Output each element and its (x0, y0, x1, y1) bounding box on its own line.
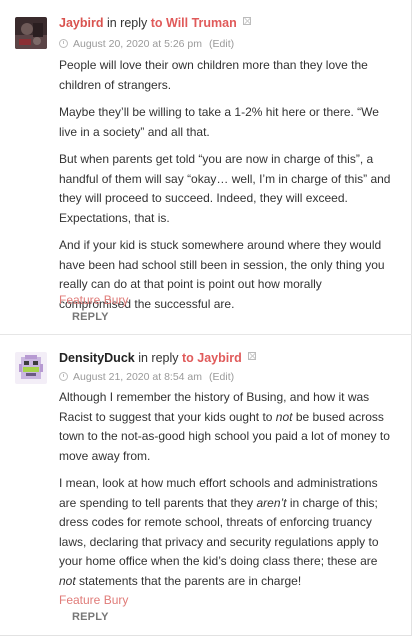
avatar-jaybird-image (15, 17, 47, 49)
reply-button[interactable]: REPLY (72, 311, 109, 323)
author-name: DensityDuck (59, 351, 135, 365)
comment-paragraph: People will love their own children more… (59, 58, 368, 92)
avatar-densityduck-image (15, 352, 47, 384)
comment-divider (0, 334, 412, 335)
unlink-x-icon[interactable] (243, 17, 252, 25)
feature-bury-link[interactable]: Feature Bury (59, 293, 128, 307)
edit-link[interactable]: (Edit) (209, 38, 234, 50)
author-link[interactable]: Jaybird (59, 16, 103, 30)
avatar[interactable] (15, 352, 47, 384)
comment-paragraph: Although I remember the history of Busin… (59, 390, 390, 463)
feature-bury-link[interactable]: Feature Bury (59, 593, 128, 607)
comment-date[interactable]: August 20, 2020 at 5:26 pm (73, 38, 202, 50)
reply-button[interactable]: REPLY (72, 611, 109, 623)
comment-header: Jaybird in reply to Will Truman (59, 16, 252, 30)
in-reply-text: in reply (138, 351, 179, 365)
avatar[interactable] (15, 17, 47, 49)
clock-icon (59, 372, 68, 381)
comment-date[interactable]: August 21, 2020 at 8:54 am (73, 371, 202, 383)
comment-meta: August 21, 2020 at 8:54 am (Edit) (59, 371, 234, 383)
comment-paragraph: Maybe they’ll be willing to take a 1-2% … (59, 105, 379, 139)
edit-link[interactable]: (Edit) (209, 371, 234, 383)
comment-header: DensityDuck in reply to Jaybird (59, 351, 257, 365)
comment-body: People will love their own children more… (59, 56, 394, 322)
reply-target-link[interactable]: to Jaybird (182, 351, 242, 365)
unlink-x-icon[interactable] (248, 352, 257, 360)
comment-paragraph: I mean, look at how much effort schools … (59, 476, 379, 588)
clock-icon (59, 39, 68, 48)
comment-body: Although I remember the history of Busin… (59, 388, 394, 599)
reply-target-link[interactable]: to Will Truman (151, 16, 237, 30)
comment-meta: August 20, 2020 at 5:26 pm (Edit) (59, 38, 234, 50)
in-reply-text: in reply (106, 16, 148, 30)
comment-paragraph: But when parents get told “you are now i… (59, 152, 391, 225)
